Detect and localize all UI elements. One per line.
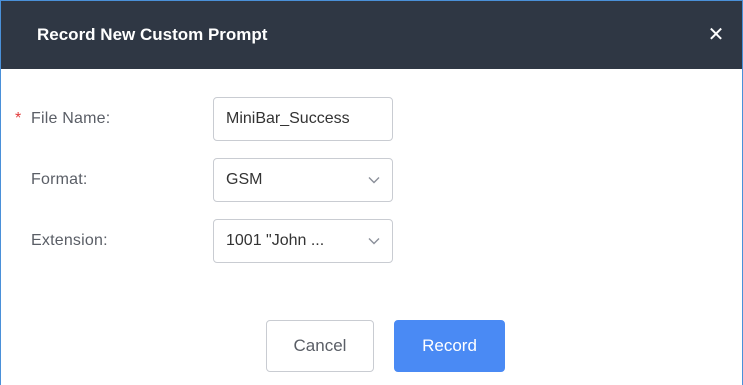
dialog-header: Record New Custom Prompt ✕ bbox=[1, 1, 742, 69]
format-selected-value: GSM bbox=[226, 171, 263, 188]
required-asterisk: * bbox=[15, 110, 22, 127]
chevron-down-icon bbox=[368, 235, 380, 247]
close-icon[interactable]: ✕ bbox=[706, 25, 726, 45]
extension-selected-value: 1001 "John ... bbox=[226, 232, 325, 249]
extension-select[interactable]: 1001 "John ... bbox=[213, 219, 393, 263]
file-name-row: * File Name: bbox=[1, 97, 742, 141]
format-row: Format: GSM bbox=[1, 158, 742, 202]
dialog-title: Record New Custom Prompt bbox=[37, 25, 268, 44]
chevron-down-icon bbox=[368, 174, 380, 186]
file-name-field[interactable] bbox=[213, 97, 393, 141]
file-name-input[interactable] bbox=[226, 110, 380, 128]
file-name-label: File Name: bbox=[31, 110, 111, 127]
record-custom-prompt-dialog: Record New Custom Prompt ✕ * File Name: … bbox=[0, 0, 743, 385]
extension-row: Extension: 1001 "John ... bbox=[1, 219, 742, 263]
cancel-button[interactable]: Cancel bbox=[266, 320, 374, 372]
extension-label: Extension: bbox=[31, 232, 108, 249]
record-button[interactable]: Record bbox=[394, 320, 505, 372]
format-label: Format: bbox=[31, 171, 88, 188]
format-select[interactable]: GSM bbox=[213, 158, 393, 202]
